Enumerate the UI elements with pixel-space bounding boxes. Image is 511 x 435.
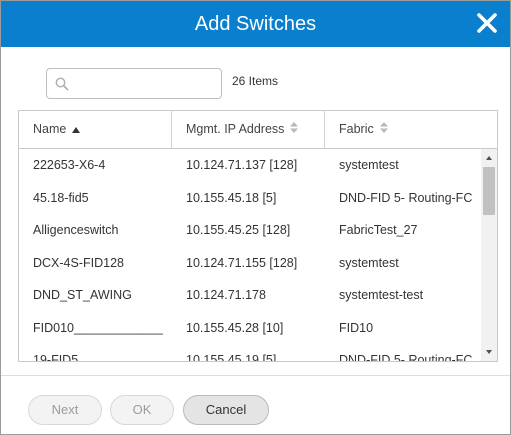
column-header-fabric[interactable]: Fabric: [325, 111, 497, 148]
cell-fabric: systemtest-test: [339, 288, 424, 302]
cell-fabric: FabricTest_27: [339, 223, 418, 237]
search-field[interactable]: [46, 68, 222, 99]
cell-fabric: DND-FID 5- Routing-FC: [339, 353, 473, 361]
table-row[interactable]: 19-FID5 10.155.45.19 [5] DND-FID 5- Rout…: [19, 344, 481, 361]
cell-fabric: DND-FID 5- Routing-FC: [339, 190, 473, 205]
cell-fabric: systemtest: [339, 158, 399, 172]
cell-fabric: FID10: [339, 320, 374, 335]
table-header: Name Mgmt. IP Address Fabric: [19, 111, 497, 149]
scrollbar-thumb[interactable]: [483, 167, 495, 215]
cell-mgmt-ip: 10.155.45.28 [10]: [186, 320, 284, 335]
table-row[interactable]: 45.18-fid5 10.155.45.18 [5] DND-FID 5- R…: [19, 182, 481, 215]
footer-divider: [1, 375, 510, 376]
cell-mgmt-ip: 10.124.71.137 [128]: [186, 158, 298, 172]
cell-name: FID010_______________: [33, 320, 163, 335]
cell-name: DCX-4S-FID128: [33, 255, 124, 270]
table-row[interactable]: DCX-4S-FID128 10.124.71.155 [128] system…: [19, 247, 481, 280]
column-header-label: Name: [33, 122, 67, 136]
table-row[interactable]: Alligenceswitch 10.155.45.25 [128] Fabri…: [19, 214, 481, 247]
item-count: 26 Items: [232, 74, 279, 88]
vertical-scrollbar[interactable]: [481, 149, 497, 361]
cell-fabric: systemtest: [339, 255, 399, 270]
table-row[interactable]: FID010_______________ 10.155.45.28 [10] …: [19, 312, 481, 345]
scroll-down-arrow-icon[interactable]: [481, 345, 497, 359]
next-button[interactable]: Next: [28, 395, 102, 425]
sort-both-icon: [290, 111, 299, 148]
add-switches-dialog: Add Switches 26 Items Name Mgmt. IP Addr…: [0, 0, 511, 435]
column-header-label: Fabric: [339, 122, 374, 136]
table-body: 222653-X6-4 10.124.71.137 [128] systemte…: [19, 149, 481, 361]
cancel-button[interactable]: Cancel: [183, 395, 269, 425]
table-row[interactable]: DND_ST_AWING 10.124.71.178 systemtest-te…: [19, 279, 481, 312]
cell-mgmt-ip: 10.124.71.178: [186, 288, 266, 302]
sort-both-icon: [379, 111, 388, 148]
cell-mgmt-ip: 10.155.45.18 [5]: [186, 190, 277, 205]
column-header-name[interactable]: Name: [19, 111, 172, 148]
dialog-titlebar: Add Switches: [1, 1, 510, 47]
column-header-label: Mgmt. IP Address: [186, 122, 285, 136]
cell-mgmt-ip: 10.155.45.25 [128]: [186, 223, 291, 237]
cell-name: Alligenceswitch: [33, 223, 119, 237]
search-input[interactable]: [75, 72, 215, 95]
cell-name: 19-FID5: [33, 353, 79, 361]
cell-name: 222653-X6-4: [33, 158, 106, 172]
cell-name: 45.18-fid5: [33, 190, 89, 205]
search-icon: [55, 77, 69, 91]
column-header-mgmt-ip[interactable]: Mgmt. IP Address: [172, 111, 325, 148]
cell-mgmt-ip: 10.155.45.19 [5]: [186, 353, 277, 361]
scroll-up-arrow-icon[interactable]: [481, 151, 497, 165]
ok-button[interactable]: OK: [110, 395, 174, 425]
cell-name: DND_ST_AWING: [33, 288, 132, 302]
dialog-title: Add Switches: [194, 13, 317, 35]
table-row[interactable]: 222653-X6-4 10.124.71.137 [128] systemte…: [19, 149, 481, 182]
sort-ascending-icon: [72, 111, 81, 148]
cell-mgmt-ip: 10.124.71.155 [128]: [186, 255, 298, 270]
close-icon[interactable]: [474, 10, 500, 36]
switches-table: Name Mgmt. IP Address Fabric 222653-X6-4…: [18, 110, 498, 362]
